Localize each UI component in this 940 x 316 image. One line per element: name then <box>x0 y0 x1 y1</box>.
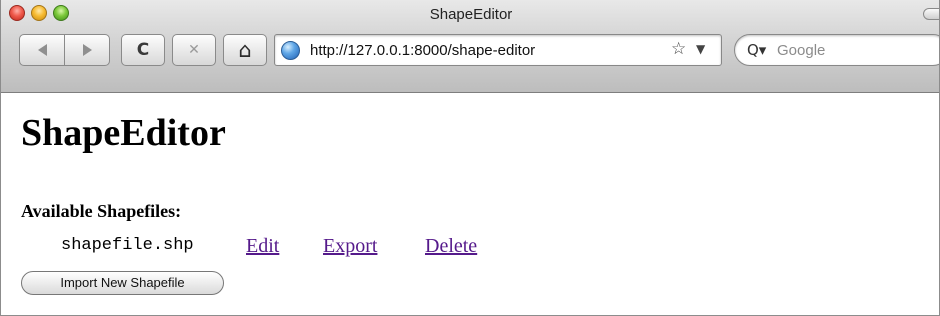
address-bar[interactable]: http://127.0.0.1:8000/shape-editor ☆ ▼ <box>274 34 722 66</box>
forward-arrow-icon <box>82 44 92 56</box>
shapefile-name: shapefile.shp <box>61 236 194 255</box>
search-icon[interactable]: Q▾ <box>747 41 766 59</box>
page-title: ShapeEditor <box>21 112 226 154</box>
stop-button[interactable]: ✕ <box>172 34 216 66</box>
forward-button[interactable] <box>64 34 110 66</box>
browser-window: ShapeEditor C ✕ ⌂ http://127.0.0.1:8000/… <box>0 0 940 316</box>
nav-button-group <box>19 34 111 66</box>
shapefiles-heading: Available Shapefiles: <box>21 201 182 221</box>
home-button[interactable]: ⌂ <box>223 34 267 66</box>
history-dropdown-icon[interactable]: ▼ <box>696 42 705 56</box>
stop-icon: ✕ <box>188 42 200 58</box>
toolbar-toggle-button[interactable] <box>923 8 939 20</box>
search-input[interactable]: Google <box>777 42 825 59</box>
toolbar: C ✕ ⌂ http://127.0.0.1:8000/shape-editor… <box>1 34 939 92</box>
home-icon: ⌂ <box>238 37 252 62</box>
address-text[interactable]: http://127.0.0.1:8000/shape-editor <box>310 42 535 59</box>
delete-link[interactable]: Delete <box>425 235 477 258</box>
page-content: ShapeEditor Available Shapefiles: shapef… <box>1 94 939 315</box>
browser-chrome: ShapeEditor C ✕ ⌂ http://127.0.0.1:8000/… <box>1 0 939 93</box>
reload-button[interactable]: C <box>121 34 165 66</box>
globe-icon <box>281 41 300 60</box>
reload-icon: C <box>136 40 150 60</box>
bookmark-star-icon[interactable]: ☆ <box>671 39 686 59</box>
import-shapefile-button[interactable]: Import New Shapefile <box>21 271 224 295</box>
search-box[interactable]: Q▾ Google <box>734 34 939 66</box>
window-title: ShapeEditor <box>429 6 513 23</box>
edit-link[interactable]: Edit <box>246 235 279 258</box>
export-link[interactable]: Export <box>323 235 377 258</box>
back-arrow-icon <box>37 44 47 56</box>
back-button[interactable] <box>19 34 65 66</box>
